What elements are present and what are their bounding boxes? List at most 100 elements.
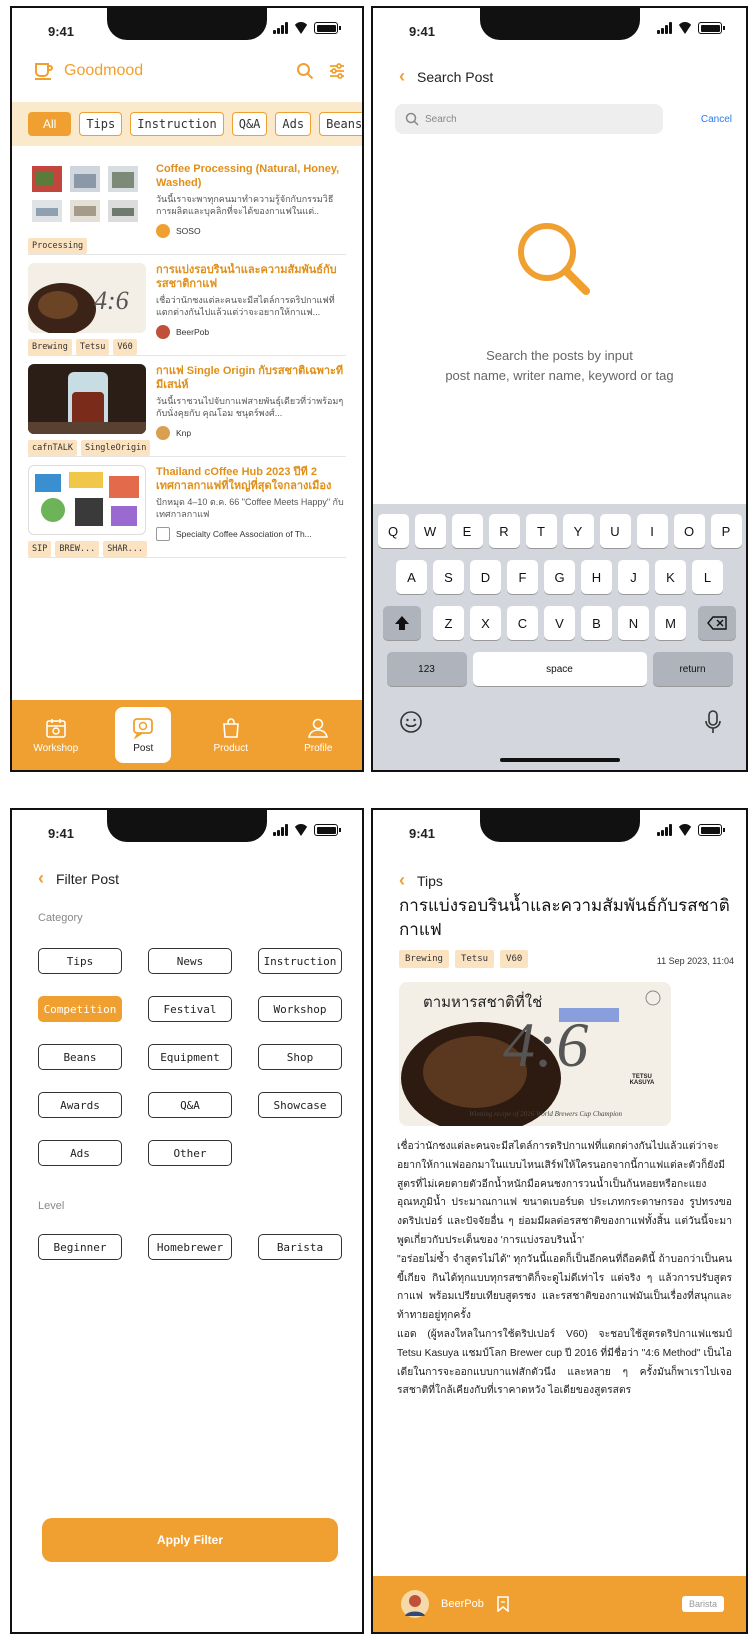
key-s[interactable]: S <box>433 560 464 594</box>
cancel-button[interactable]: Cancel <box>701 114 732 125</box>
avatar[interactable] <box>401 1590 429 1618</box>
emoji-icon[interactable] <box>399 710 423 734</box>
level-option[interactable]: Barista <box>258 1234 342 1260</box>
post-tag[interactable]: BREW... <box>55 541 100 557</box>
category-option[interactable]: Ads <box>38 1140 122 1166</box>
filter-chip-instruction[interactable]: Instruction <box>130 112 224 136</box>
key-l[interactable]: L <box>692 560 723 594</box>
search-illustration-icon <box>518 223 590 295</box>
category-option[interactable]: Festival <box>148 996 232 1022</box>
category-option-selected[interactable]: Competition <box>38 996 122 1022</box>
category-option[interactable]: News <box>148 948 232 974</box>
category-option[interactable]: Other <box>148 1140 232 1166</box>
wifi-icon <box>293 22 309 34</box>
space-key[interactable]: space <box>472 652 647 686</box>
post-tag[interactable]: SHAR... <box>103 541 148 557</box>
key-i[interactable]: I <box>636 514 668 548</box>
post-tag[interactable]: Brewing <box>28 339 72 355</box>
category-option[interactable]: Tips <box>38 948 122 974</box>
key-h[interactable]: H <box>581 560 612 594</box>
bookmark-icon[interactable] <box>496 1596 510 1612</box>
chevron-left-icon[interactable]: ‹ <box>399 870 405 891</box>
battery-icon <box>698 22 725 34</box>
article-tag[interactable]: V60 <box>500 950 529 968</box>
author-name[interactable]: BeerPob <box>441 1598 484 1610</box>
article-tag[interactable]: Tetsu <box>454 950 495 968</box>
key-d[interactable]: D <box>470 560 501 594</box>
post-tag[interactable]: SingleOrigin <box>80 440 151 456</box>
key-v[interactable]: V <box>544 606 575 640</box>
post-tag[interactable]: cafnTALK <box>28 440 77 456</box>
key-t[interactable]: T <box>525 514 557 548</box>
search-icon <box>405 112 419 126</box>
category-option[interactable]: Awards <box>38 1092 122 1118</box>
backspace-icon <box>707 616 727 630</box>
key-o[interactable]: O <box>673 514 705 548</box>
category-option[interactable]: Q&A <box>148 1092 232 1118</box>
category-option[interactable]: Showcase <box>258 1092 342 1118</box>
key-w[interactable]: W <box>414 514 446 548</box>
backspace-key[interactable] <box>698 606 736 640</box>
post-card[interactable]: SIP BREW... SHAR... Thailand cOffee Hub 20… <box>28 457 346 558</box>
signal-icon <box>273 824 288 836</box>
signal-icon <box>273 22 288 34</box>
return-key[interactable]: return <box>652 652 733 686</box>
level-option[interactable]: Beginner <box>38 1234 122 1260</box>
filter-chip-tips[interactable]: Tips <box>79 112 123 136</box>
key-g[interactable]: G <box>544 560 575 594</box>
tab-profile[interactable]: Profile <box>290 707 346 763</box>
chevron-left-icon[interactable]: ‹ <box>399 66 405 87</box>
post-tag[interactable]: SIP <box>28 541 52 557</box>
article-paragraph: แอด (ผู้หลงใหลในการใช้ดริปเปอร์ V60) จะช… <box>397 1328 732 1397</box>
key-n[interactable]: N <box>618 606 649 640</box>
post-tag[interactable]: V60 <box>113 339 137 355</box>
category-label: Category <box>38 912 83 924</box>
category-option[interactable]: Instruction <box>258 948 342 974</box>
author-level-badge: Barista <box>681 1596 724 1612</box>
apply-filter-button[interactable]: Apply Filter <box>42 1518 338 1562</box>
filter-chip-qa[interactable]: Q&A <box>231 112 268 136</box>
filter-sliders-icon[interactable] <box>328 62 346 80</box>
key-q[interactable]: Q <box>377 514 409 548</box>
post-card[interactable]: 4:6 Brewing Tetsu V60 การแบ่งรอบรินน้ำและค… <box>28 255 346 356</box>
post-tag[interactable]: Processing <box>28 238 88 254</box>
key-b[interactable]: B <box>581 606 612 640</box>
level-option[interactable]: Homebrewer <box>148 1234 232 1260</box>
key-x[interactable]: X <box>470 606 501 640</box>
post-tag[interactable]: Tetsu <box>75 339 110 355</box>
key-a[interactable]: A <box>396 560 427 594</box>
filter-chip-ads[interactable]: Ads <box>275 112 312 136</box>
post-card[interactable]: Processing Coffee Processing (Natural, H… <box>28 154 346 255</box>
filter-chip-all[interactable]: All <box>28 112 72 136</box>
key-m[interactable]: M <box>655 606 686 640</box>
filter-chip-beans[interactable]: Beans <box>319 112 362 136</box>
key-f[interactable]: F <box>507 560 538 594</box>
post-thumbnail <box>28 465 146 535</box>
key-r[interactable]: R <box>488 514 520 548</box>
category-option[interactable]: Shop <box>258 1044 342 1070</box>
tab-workshop[interactable]: Workshop <box>28 707 84 763</box>
key-j[interactable]: J <box>618 560 649 594</box>
category-option[interactable]: Equipment <box>148 1044 232 1070</box>
key-k[interactable]: K <box>655 560 686 594</box>
chevron-left-icon[interactable]: ‹ <box>38 868 44 889</box>
search-icon[interactable] <box>296 62 314 80</box>
key-z[interactable]: Z <box>433 606 464 640</box>
post-card[interactable]: cafnTALK SingleOrigin กาแฟ Single Origin … <box>28 356 346 457</box>
tab-product[interactable]: Product <box>203 707 259 763</box>
article-tag[interactable]: Brewing <box>399 950 449 968</box>
post-icon <box>133 717 154 739</box>
tab-post[interactable]: Post <box>115 707 172 763</box>
key-y[interactable]: Y <box>562 514 594 548</box>
search-input[interactable]: Search <box>395 104 663 134</box>
key-e[interactable]: E <box>451 514 483 548</box>
key-c[interactable]: C <box>507 606 538 640</box>
category-option[interactable]: Beans <box>38 1044 122 1070</box>
category-option[interactable]: Workshop <box>258 996 342 1022</box>
numbers-key[interactable]: 123 <box>386 652 467 686</box>
key-u[interactable]: U <box>599 514 631 548</box>
microphone-icon[interactable] <box>704 710 722 734</box>
key-p[interactable]: P <box>710 514 742 548</box>
shift-key[interactable] <box>383 606 421 640</box>
bottom-tab-bar: Workshop Post Product Profile <box>12 700 362 770</box>
